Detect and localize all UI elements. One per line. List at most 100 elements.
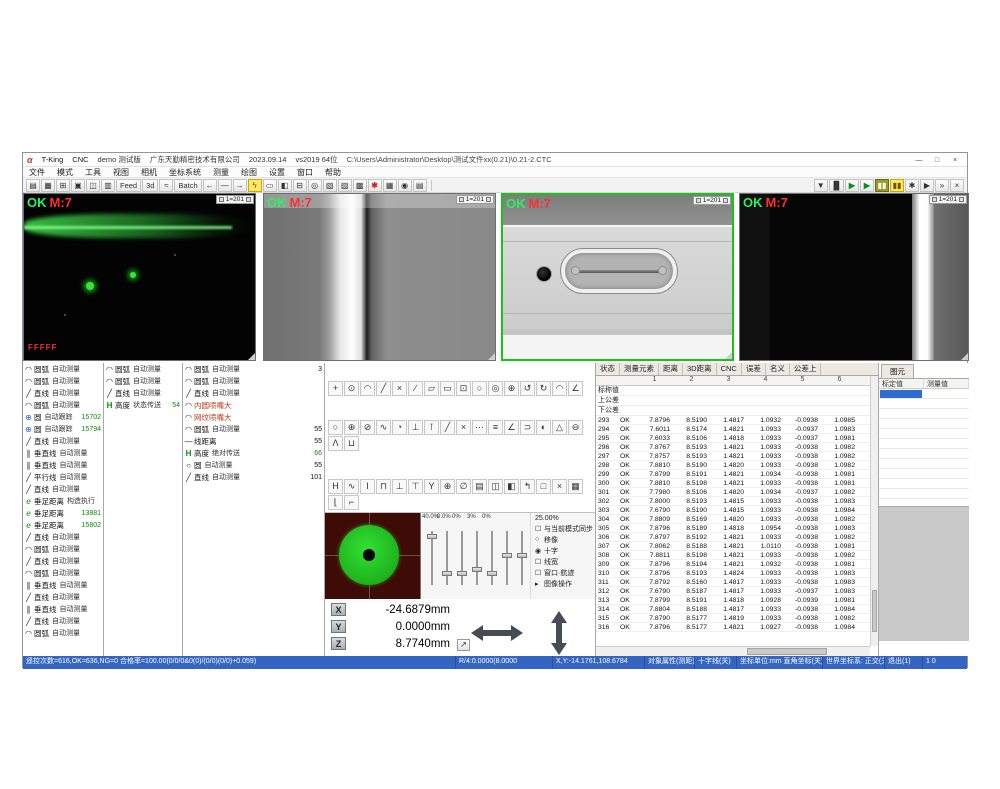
arrow-left-icon[interactable]: ← — [203, 179, 217, 192]
list-item[interactable]: ╱ 直线 自动测量 — [183, 387, 324, 399]
step-button[interactable]: ▮▮ — [875, 179, 889, 192]
viewport-chip[interactable]: 1=201 — [456, 195, 494, 204]
rows-icon[interactable]: ▥ — [101, 179, 115, 192]
resize-grip[interactable] — [248, 353, 255, 360]
jog-button[interactable]: ↗ — [457, 639, 470, 651]
list-item[interactable]: ◠ 网纹喷嘴大 — [183, 411, 324, 423]
settings-icon[interactable]: ✱ — [905, 179, 919, 192]
table-row[interactable]: 316 OK 7.8796 8.5177 1.4821 1.0927 -0.09… — [596, 623, 878, 632]
table-horizontal-scrollbar[interactable] — [596, 646, 870, 656]
menu-item[interactable]: 坐标系统 — [163, 167, 207, 178]
menu-item[interactable]: 工具 — [79, 167, 107, 178]
list-item[interactable]: ◠ 圆弧 自动测量 — [23, 375, 103, 387]
light-slider[interactable]: 40.0% — [425, 523, 438, 589]
light-slider[interactable] — [515, 523, 528, 589]
mesh-icon[interactable]: ▩ — [353, 179, 367, 192]
tool-cross[interactable]: × — [456, 420, 471, 435]
tool-perp2[interactable]: ⊥ — [392, 479, 407, 494]
tool-half-plane[interactable]: ◧ — [504, 479, 519, 494]
dash-icon[interactable]: — — [218, 179, 232, 192]
table-tab[interactable]: 误差 — [742, 363, 766, 375]
status-segment[interactable]: 对象属性(测距) — [645, 656, 695, 669]
table-tab[interactable]: 测量元素 — [620, 363, 659, 375]
table-row[interactable]: 309 OK 7.8796 8.5194 1.4821 1.0932 -0.09… — [596, 560, 878, 569]
list-item[interactable]: ⊕ 圆 自动跟踪 15702 — [23, 411, 103, 423]
tool-ray[interactable]: ∕ — [408, 381, 423, 396]
tool-circle[interactable]: ○ — [472, 381, 487, 396]
tool-corner[interactable]: ⌐ — [344, 495, 359, 510]
list-item[interactable]: e 垂足距离 15802 — [23, 519, 103, 531]
tool-parallelogram[interactable]: ▱ — [424, 381, 439, 396]
slider-handle[interactable] — [487, 571, 497, 576]
slider-handle[interactable] — [442, 571, 452, 576]
list-icon[interactable]: ▤ — [413, 179, 427, 192]
light-slider[interactable]: 0.0% — [440, 523, 453, 589]
elements-grid[interactable] — [879, 389, 969, 506]
tool-angle2[interactable]: ∠ — [504, 420, 519, 435]
list-item[interactable]: ╱ 平行线 自动测量 — [23, 471, 103, 483]
list-item[interactable]: ◠ 圆弧 自动测量 — [23, 567, 103, 579]
list-item[interactable]: ◠ 圆弧 自动测量 3 — [183, 363, 324, 375]
slider-handle[interactable] — [427, 534, 437, 539]
table-row[interactable]: 306 OK 7.8797 8.5192 1.4821 1.0933 -0.09… — [596, 533, 878, 542]
list-item[interactable]: ◠ 圆弧 自动测量 — [183, 375, 324, 387]
light-slider[interactable]: 0% — [455, 523, 468, 589]
slider-handle[interactable] — [502, 553, 512, 558]
column-number[interactable]: 6 — [821, 376, 858, 385]
table-row[interactable]: 293 OK 7.8796 8.5190 1.4817 1.0932 -0.09… — [596, 416, 878, 425]
camera-viewport-3-selected[interactable]: OKM:7 1=201 — [501, 193, 734, 361]
ring-light-preview[interactable] — [325, 513, 421, 599]
maximize-button[interactable]: □ — [929, 155, 945, 165]
table-tab[interactable]: 距离 — [659, 363, 683, 375]
menu-item[interactable]: 视图 — [107, 167, 135, 178]
scrollbar-thumb[interactable] — [747, 648, 827, 655]
tool-height[interactable]: H — [328, 479, 343, 494]
3d-button[interactable]: 3d — [142, 179, 158, 192]
status-segment[interactable]: 坐标单位:mm 直角坐标(关) — [737, 656, 823, 669]
list-item[interactable]: ╱ 直线 自动测量 101 — [183, 471, 324, 483]
list-item[interactable]: ∥ 垂直线 自动测量 — [23, 603, 103, 615]
tool-arc2[interactable]: ◠ — [552, 381, 567, 396]
list-item[interactable]: ╱ 直线 自动测量 — [23, 483, 103, 495]
slider-handle[interactable] — [457, 571, 467, 576]
column-number[interactable]: 5 — [784, 376, 821, 385]
list-item[interactable]: H 高度 绝对传送 66 — [183, 447, 324, 459]
tab-elements[interactable]: 图元 — [881, 364, 914, 378]
list-item[interactable]: ╱ 直线 自动测量 — [23, 387, 103, 399]
list-item[interactable]: e 垂足距离 构造执行 — [23, 495, 103, 507]
list-item[interactable]: ◠ 圆弧 自动测量 — [23, 543, 103, 555]
column-number[interactable]: 2 — [673, 376, 710, 385]
slider-handle[interactable] — [472, 567, 482, 572]
scrollbar-thumb[interactable] — [872, 590, 877, 632]
resize-grip[interactable] — [488, 353, 495, 360]
tool-quarter[interactable]: ◔ — [392, 420, 407, 435]
tool-grid[interactable]: ▦ — [568, 479, 583, 494]
list-item[interactable]: ∥ 垂直线 自动测量 — [23, 579, 103, 591]
table-row[interactable]: 299 OK 7.8799 8.5191 1.4821 1.0934 -0.09… — [596, 470, 878, 479]
tool-wye[interactable]: Y — [424, 479, 439, 494]
tool-floor[interactable]: ⌊ — [328, 495, 343, 510]
menu-item[interactable]: 绘图 — [235, 167, 263, 178]
list-item[interactable]: ◠ 圆弧 自动测量 — [23, 399, 103, 411]
tool-rotate-ccw[interactable]: ↺ — [520, 381, 535, 396]
tool-top[interactable]: ⊤ — [408, 479, 423, 494]
table-row[interactable]: 300 OK 7.8810 8.5198 1.4821 1.0933 -0.09… — [596, 479, 878, 488]
horizontal-jog-arrow[interactable] — [471, 625, 523, 641]
light-option[interactable]: ◉ 十字 — [535, 545, 593, 556]
menu-item[interactable]: 窗口 — [291, 167, 319, 178]
tool-tee[interactable]: ⊺ — [424, 420, 439, 435]
rect-icon[interactable]: ▭ — [263, 179, 277, 192]
dual-view-icon[interactable]: ◫ — [86, 179, 100, 192]
light-option[interactable]: ☐ 与当前模式同步 — [535, 523, 593, 534]
table-row[interactable]: 294 OK 7.6011 8.5174 1.4821 1.0933 -0.09… — [596, 425, 878, 434]
status-segment[interactable]: 世界坐标系: 正交(关) — [823, 656, 885, 669]
status-segment[interactable]: 退出(1) — [885, 656, 923, 669]
list-item[interactable]: ╱ 直线 自动测量 — [23, 435, 103, 447]
run-button[interactable]: ▶ — [845, 179, 859, 192]
camera-viewport-4[interactable]: OKM:7 1=201 — [739, 193, 969, 361]
table-row[interactable]: 311 OK 7.8792 8.5160 1.4817 1.0933 -0.09… — [596, 578, 878, 587]
list-item[interactable]: ∥ 垂直线 自动测量 — [23, 447, 103, 459]
tool-return[interactable]: ↰ — [520, 479, 535, 494]
menu-item[interactable]: 文件 — [23, 167, 51, 178]
tool-circle-center[interactable]: ⊕ — [344, 420, 359, 435]
